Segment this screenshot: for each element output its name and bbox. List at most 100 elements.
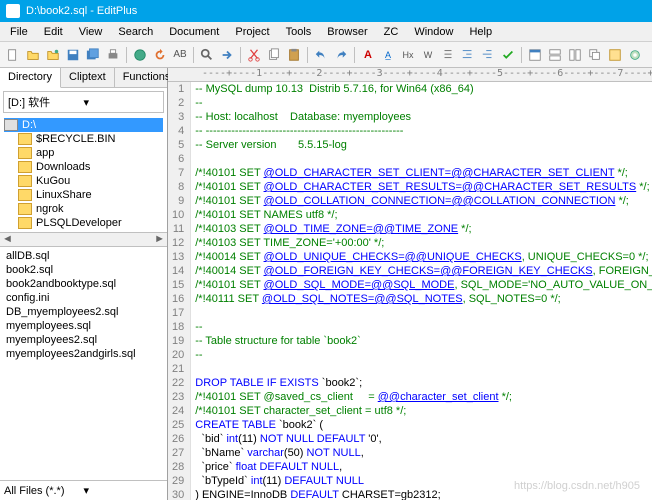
separator: [354, 47, 355, 63]
menu-view[interactable]: View: [71, 24, 111, 40]
refresh-icon[interactable]: [151, 46, 169, 64]
chevron-down-icon: ▾: [84, 96, 160, 109]
tile-h-icon[interactable]: [546, 46, 564, 64]
cut-icon[interactable]: [245, 46, 263, 64]
tree-item[interactable]: ngrok: [4, 202, 163, 216]
settings-icon[interactable]: [626, 46, 644, 64]
sidebar-tabs: DirectoryCliptextFunctions: [0, 68, 167, 88]
file-item[interactable]: allDB.sql: [4, 249, 163, 263]
tile-v-icon[interactable]: [566, 46, 584, 64]
file-item[interactable]: DB_myemployees2.sql: [4, 305, 163, 319]
save-icon[interactable]: [64, 46, 82, 64]
folder-icon: [18, 217, 32, 229]
tree-item[interactable]: app: [4, 146, 163, 160]
editor: ----+----1----+----2----+----3----+----4…: [168, 68, 652, 500]
menu-tools[interactable]: Tools: [278, 24, 320, 40]
folder-icon: [18, 147, 32, 159]
wrap-icon[interactable]: W: [419, 46, 437, 64]
tree-label: ngrok: [36, 203, 64, 215]
print-icon[interactable]: [104, 46, 122, 64]
goto-icon[interactable]: [218, 46, 236, 64]
menu-window[interactable]: Window: [406, 24, 461, 40]
undo-icon[interactable]: [312, 46, 330, 64]
copy-icon[interactable]: [265, 46, 283, 64]
tree-item[interactable]: LinuxShare: [4, 188, 163, 202]
tree-item[interactable]: $RECYCLE.BIN: [4, 132, 163, 146]
outdent-icon[interactable]: [479, 46, 497, 64]
code-area[interactable]: 1234567891011121314151617181920212223242…: [168, 82, 652, 500]
font-color-icon[interactable]: A: [359, 46, 377, 64]
drive-label: [D:] 软件: [8, 94, 84, 110]
new-file-icon[interactable]: [4, 46, 22, 64]
ruler: ----+----1----+----2----+----3----+----4…: [168, 68, 652, 82]
line-num-icon[interactable]: [439, 46, 457, 64]
tree-item[interactable]: Downloads: [4, 160, 163, 174]
tree-label: PLSQLDeveloper: [36, 217, 122, 229]
code-lines[interactable]: -- MySQL dump 10.13 Distrib 5.7.16, for …: [191, 82, 652, 500]
separator: [521, 47, 522, 63]
open-icon[interactable]: [24, 46, 42, 64]
file-item[interactable]: myemployees.sql: [4, 319, 163, 333]
folder-tree[interactable]: D:\$RECYCLE.BIN appDownloadsKuGou LinuxSha…: [0, 116, 167, 232]
filter-icon[interactable]: AB: [171, 46, 189, 64]
separator: [126, 47, 127, 63]
tree-label: app: [36, 147, 54, 159]
browser-icon[interactable]: [131, 46, 149, 64]
drive-selector[interactable]: [D:] 软件 ▾: [3, 91, 164, 113]
folder-icon: [18, 133, 32, 145]
app-icon: [6, 4, 20, 18]
folder-icon: [18, 203, 32, 215]
file-item[interactable]: config.ini: [4, 291, 163, 305]
file-item[interactable]: book2andbooktype.sql: [4, 277, 163, 291]
menu-file[interactable]: File: [2, 24, 36, 40]
menu-zc[interactable]: ZC: [376, 24, 407, 40]
file-item[interactable]: myemployees2.sql: [4, 333, 163, 347]
file-filter[interactable]: All Files (*.*) ▾: [0, 480, 167, 500]
tree-label: D:\: [22, 119, 36, 131]
sidebar: DirectoryCliptextFunctions [D:] 软件 ▾ D:\…: [0, 68, 168, 500]
menu-browser[interactable]: Browser: [319, 24, 375, 40]
separator: [193, 47, 194, 63]
main-area: DirectoryCliptextFunctions [D:] 软件 ▾ D:\…: [0, 68, 652, 500]
menu-document[interactable]: Document: [161, 24, 227, 40]
chevron-down-icon: ▾: [84, 484, 164, 497]
window-icon[interactable]: [526, 46, 544, 64]
file-item[interactable]: myemployees2andgirls.sql: [4, 347, 163, 361]
tab-cliptext[interactable]: Cliptext: [61, 68, 115, 87]
drive-icon: [4, 119, 18, 131]
menu-search[interactable]: Search: [110, 24, 161, 40]
indent-icon[interactable]: [459, 46, 477, 64]
cascade-icon[interactable]: [586, 46, 604, 64]
paste-icon[interactable]: [285, 46, 303, 64]
folder-icon: [18, 161, 32, 173]
search-icon[interactable]: [198, 46, 216, 64]
line-gutter: 1234567891011121314151617181920212223242…: [168, 82, 191, 500]
filter-label: All Files (*.*): [4, 485, 84, 497]
check-icon[interactable]: [499, 46, 517, 64]
folder-icon: [18, 189, 32, 201]
separator: [240, 47, 241, 63]
tool-icon[interactable]: [606, 46, 624, 64]
tab-directory[interactable]: Directory: [0, 68, 61, 88]
open-remote-icon[interactable]: [44, 46, 62, 64]
spell-icon[interactable]: A̲: [379, 46, 397, 64]
menubar: FileEditViewSearchDocumentProjectToolsBr…: [0, 22, 652, 42]
titlebar: D:\book2.sql - EditPlus: [0, 0, 652, 22]
save-all-icon[interactable]: [84, 46, 102, 64]
separator: [307, 47, 308, 63]
menu-help[interactable]: Help: [461, 24, 500, 40]
tree-label: KuGou: [36, 175, 70, 187]
tree-item[interactable]: KuGou: [4, 174, 163, 188]
tree-item[interactable]: D:\: [4, 118, 163, 132]
tree-label: $RECYCLE.BIN: [36, 133, 115, 145]
tree-item[interactable]: PLSQLDeveloper: [4, 216, 163, 230]
menu-edit[interactable]: Edit: [36, 24, 71, 40]
menu-project[interactable]: Project: [227, 24, 277, 40]
tree-scrollbar[interactable]: ◄►: [0, 232, 167, 246]
file-list[interactable]: allDB.sqlbook2.sqlbook2andbooktype.sqlco…: [0, 246, 167, 480]
folder-icon: [18, 175, 32, 187]
tree-label: LinuxShare: [36, 189, 92, 201]
hex-icon[interactable]: Hx: [399, 46, 417, 64]
file-item[interactable]: book2.sql: [4, 263, 163, 277]
redo-icon[interactable]: [332, 46, 350, 64]
